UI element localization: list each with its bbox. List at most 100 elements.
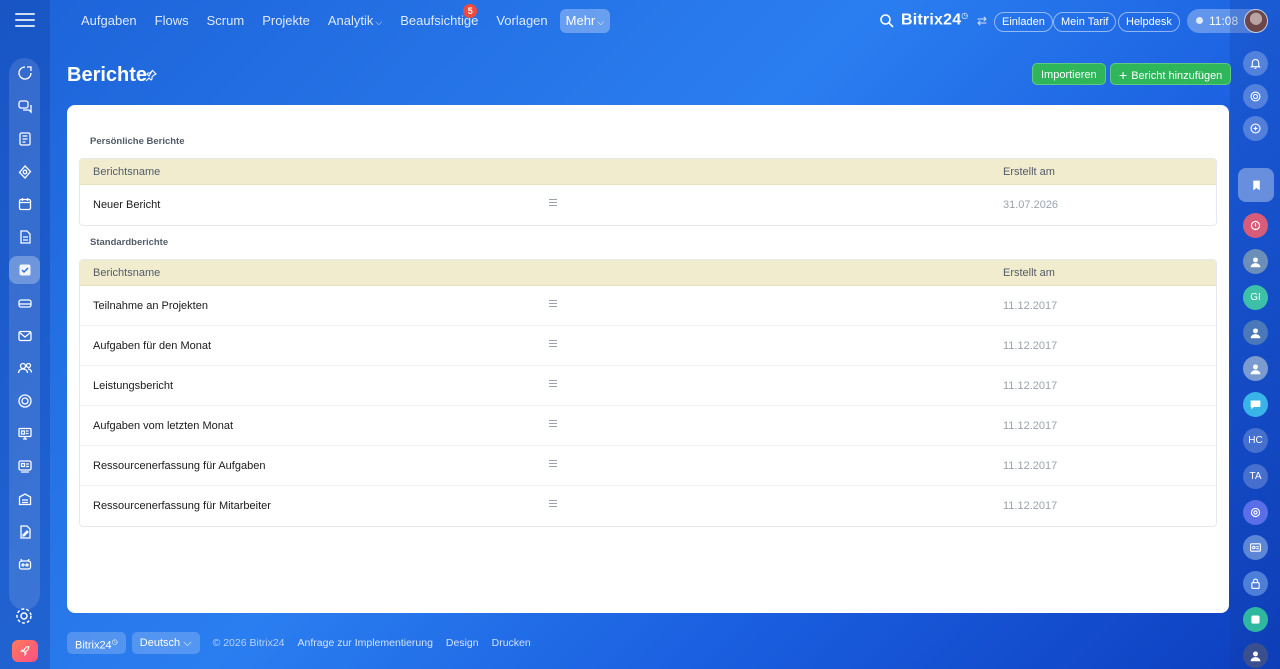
copilot-icon[interactable]: [1243, 84, 1268, 109]
documents-icon[interactable]: [9, 223, 40, 251]
search-icon[interactable]: [879, 13, 895, 29]
chat-icon[interactable]: [9, 92, 40, 120]
report-name[interactable]: Teilnahme an Projekten: [93, 286, 208, 326]
menu-lines-icon[interactable]: [549, 340, 557, 348]
employees-icon[interactable]: [9, 354, 40, 382]
activity-stream-icon[interactable]: [9, 59, 40, 87]
tab-analytics[interactable]: Analytik ⌵: [322, 9, 388, 33]
contact-initials-avatar[interactable]: TA: [1243, 464, 1268, 489]
plus-icon: +: [1119, 67, 1128, 83]
contact-card-icon[interactable]: [1243, 535, 1268, 560]
tab-templates-label: Vorlagen: [496, 13, 548, 28]
online-store-icon[interactable]: [9, 420, 40, 448]
tab-scrum[interactable]: Scrum: [201, 9, 251, 33]
footer-link-print[interactable]: Drucken: [492, 637, 531, 649]
inventory-icon[interactable]: [9, 485, 40, 513]
notifications-icon[interactable]: [1243, 51, 1268, 76]
report-name[interactable]: Ressourcenerfassung für Mitarbeiter: [93, 486, 271, 526]
channel-icon[interactable]: [1243, 500, 1268, 525]
helpdesk-button[interactable]: Helpdesk: [1118, 12, 1180, 32]
add-report-label: Bericht hinzufügen: [1131, 70, 1223, 82]
report-created-date: 31.07.2026: [1003, 199, 1059, 211]
mail-icon[interactable]: [9, 322, 40, 350]
top-bar: Aufgaben Flows Scrum Projekte Analytik ⌵ …: [50, 0, 1268, 43]
bookmark-icon[interactable]: [1238, 168, 1274, 202]
signature-icon[interactable]: [9, 518, 40, 546]
menu-lines-icon[interactable]: [549, 199, 557, 207]
footer-link-implementation[interactable]: Anfrage zur Implementierung: [298, 637, 433, 649]
report-name[interactable]: Leistungsbericht: [93, 366, 173, 406]
contact-initials-avatar[interactable]: HC: [1243, 428, 1268, 453]
contact-avatar-icon[interactable]: [1243, 249, 1268, 274]
top-navigation: Aufgaben Flows Scrum Projekte Analytik ⌵ …: [75, 4, 616, 33]
column-header-created[interactable]: Erstellt am: [1003, 260, 1055, 286]
report-created-date: 11.12.2017: [1003, 460, 1058, 472]
table-row[interactable]: Leistungsbericht 11.12.2017: [80, 366, 1216, 406]
chevron-down-icon: ⌵: [183, 637, 192, 649]
report-name[interactable]: Aufgaben für den Monat: [93, 326, 211, 366]
menu-lines-icon[interactable]: [549, 300, 557, 308]
contact-initials-avatar[interactable]: GI: [1243, 285, 1268, 310]
tab-projects[interactable]: Projekte: [256, 9, 316, 33]
calendar-icon[interactable]: [9, 190, 40, 218]
chevron-down-icon: ⌵: [597, 17, 605, 27]
menu-lines-icon[interactable]: [549, 460, 557, 468]
add-report-button[interactable]: + Bericht hinzufügen: [1110, 63, 1232, 85]
bitrix24-logo[interactable]: Bitrix24◷: [901, 11, 968, 29]
contact-avatar-icon[interactable]: [1243, 643, 1268, 668]
invite-label: Einladen: [1002, 16, 1045, 28]
chat-bubble-icon[interactable]: [1243, 392, 1268, 417]
report-created-date: 11.12.2017: [1003, 340, 1058, 352]
contact-center-icon[interactable]: [9, 452, 40, 480]
table-row[interactable]: Teilnahme an Projekten 11.12.2017: [80, 286, 1216, 326]
report-name[interactable]: Aufgaben vom letzten Monat: [93, 406, 233, 446]
tab-more[interactable]: Mehr ⌵: [559, 9, 611, 33]
report-name[interactable]: Ressourcenerfassung für Aufgaben: [93, 446, 265, 486]
table-row[interactable]: Ressourcenerfassung für Aufgaben 11.12.2…: [80, 446, 1216, 486]
my-plan-button[interactable]: Mein Tarif: [1053, 12, 1117, 32]
table-row[interactable]: Aufgaben für den Monat 11.12.2017: [80, 326, 1216, 366]
tab-tasks[interactable]: Aufgaben: [75, 9, 143, 33]
footer-link-design[interactable]: Design: [446, 637, 479, 649]
feed-icon[interactable]: [9, 125, 40, 153]
table-row[interactable]: Ressourcenerfassung für Mitarbeiter 11.1…: [80, 486, 1216, 526]
crm-icon[interactable]: [9, 158, 40, 186]
rocket-icon[interactable]: [12, 640, 38, 662]
menu-burger-icon[interactable]: [15, 13, 35, 29]
report-created-date: 11.12.2017: [1003, 420, 1058, 432]
import-button[interactable]: Importieren: [1032, 63, 1106, 85]
drive-icon[interactable]: [9, 289, 40, 317]
column-header-created[interactable]: Erstellt am: [1003, 159, 1055, 185]
contact-avatar-icon[interactable]: [1243, 356, 1268, 381]
swap-icon[interactable]: ⇄: [977, 14, 991, 28]
language-label: Deutsch: [139, 637, 181, 649]
settings-icon[interactable]: [14, 606, 34, 626]
section-title-personal: Persönliche Berichte: [90, 136, 185, 147]
invite-button[interactable]: Einladen: [994, 12, 1053, 32]
sites-icon[interactable]: [9, 387, 40, 415]
menu-lines-icon[interactable]: [549, 380, 557, 388]
tasks-icon[interactable]: [9, 256, 40, 284]
lock-icon[interactable]: [1243, 571, 1268, 596]
tab-analytics-label: Analytik: [327, 13, 374, 28]
bizproc-icon[interactable]: [9, 550, 40, 578]
clock-small-icon: ◷: [961, 11, 969, 20]
report-name[interactable]: Neuer Bericht: [93, 185, 160, 225]
table-row[interactable]: Neuer Bericht 31.07.2026: [80, 185, 1216, 225]
app-icon[interactable]: [1243, 607, 1268, 632]
menu-lines-icon[interactable]: [549, 420, 557, 428]
messages-icon[interactable]: [1243, 116, 1268, 141]
language-select[interactable]: Deutsch ⌵: [131, 632, 200, 654]
tab-flows[interactable]: Flows: [149, 9, 195, 33]
tab-templates[interactable]: Vorlagen: [490, 9, 553, 33]
contact-avatar-icon[interactable]: [1243, 320, 1268, 345]
tab-supervised[interactable]: Beaufsichtige 5: [394, 4, 484, 33]
column-header-name[interactable]: Berichtsname: [93, 260, 160, 286]
pin-icon[interactable]: [145, 68, 157, 82]
contact-avatar-icon[interactable]: [1243, 213, 1268, 238]
menu-lines-icon[interactable]: [549, 500, 557, 508]
reports-card: Persönliche Berichte Berichtsname Erstel…: [67, 105, 1229, 613]
table-row[interactable]: Aufgaben vom letzten Monat 11.12.2017: [80, 406, 1216, 446]
footer-brand-button[interactable]: Bitrix24◷: [67, 632, 126, 654]
column-header-name[interactable]: Berichtsname: [93, 159, 160, 185]
